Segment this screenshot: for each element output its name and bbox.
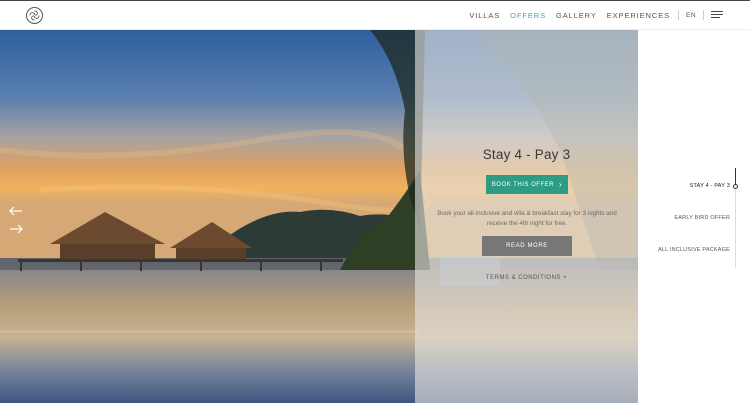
language-selector[interactable]: EN xyxy=(686,12,696,19)
hamburger-menu-icon[interactable] xyxy=(711,11,723,19)
offer-list-item-all-inclusive[interactable]: ALL INCLUSIVE PACKAGE xyxy=(658,247,730,253)
nav-offers[interactable]: OFFERS xyxy=(510,11,546,20)
arrow-right-icon[interactable] xyxy=(9,221,23,234)
active-indicator-dot xyxy=(733,184,738,189)
nav-gallery[interactable]: GALLERY xyxy=(556,11,597,20)
divider xyxy=(703,10,704,20)
divider xyxy=(678,10,679,20)
offer-description: Book your all-inclusive and villa & brea… xyxy=(437,210,617,227)
offer-list-item-early-bird[interactable]: EARLY BIRD OFFER xyxy=(674,215,730,221)
nav-villas[interactable]: VILLAS xyxy=(469,11,500,20)
read-more-button[interactable]: READ MORE xyxy=(482,236,572,256)
spiral-logo-icon[interactable] xyxy=(26,7,43,24)
chevron-right-icon: › xyxy=(558,180,563,189)
terms-conditions-link[interactable]: TERMS & CONDITIONS + xyxy=(415,275,638,281)
nav-experiences[interactable]: EXPERIENCES xyxy=(607,11,670,20)
top-navigation-bar: VILLAS OFFERS GALLERY EXPERIENCES EN xyxy=(0,0,750,30)
main-menu: VILLAS OFFERS GALLERY EXPERIENCES xyxy=(469,11,670,20)
arrow-left-icon[interactable] xyxy=(9,203,23,216)
offer-list-item-stay4pay3[interactable]: STAY 4 - PAY 3 xyxy=(690,183,730,189)
book-offer-label: BOOK THIS OFFER xyxy=(491,181,554,188)
offer-panel: Stay 4 - Pay 3 BOOK THIS OFFER › Book yo… xyxy=(415,30,638,403)
book-offer-button[interactable]: BOOK THIS OFFER › xyxy=(486,175,568,194)
offer-title: Stay 4 - Pay 3 xyxy=(482,147,571,162)
